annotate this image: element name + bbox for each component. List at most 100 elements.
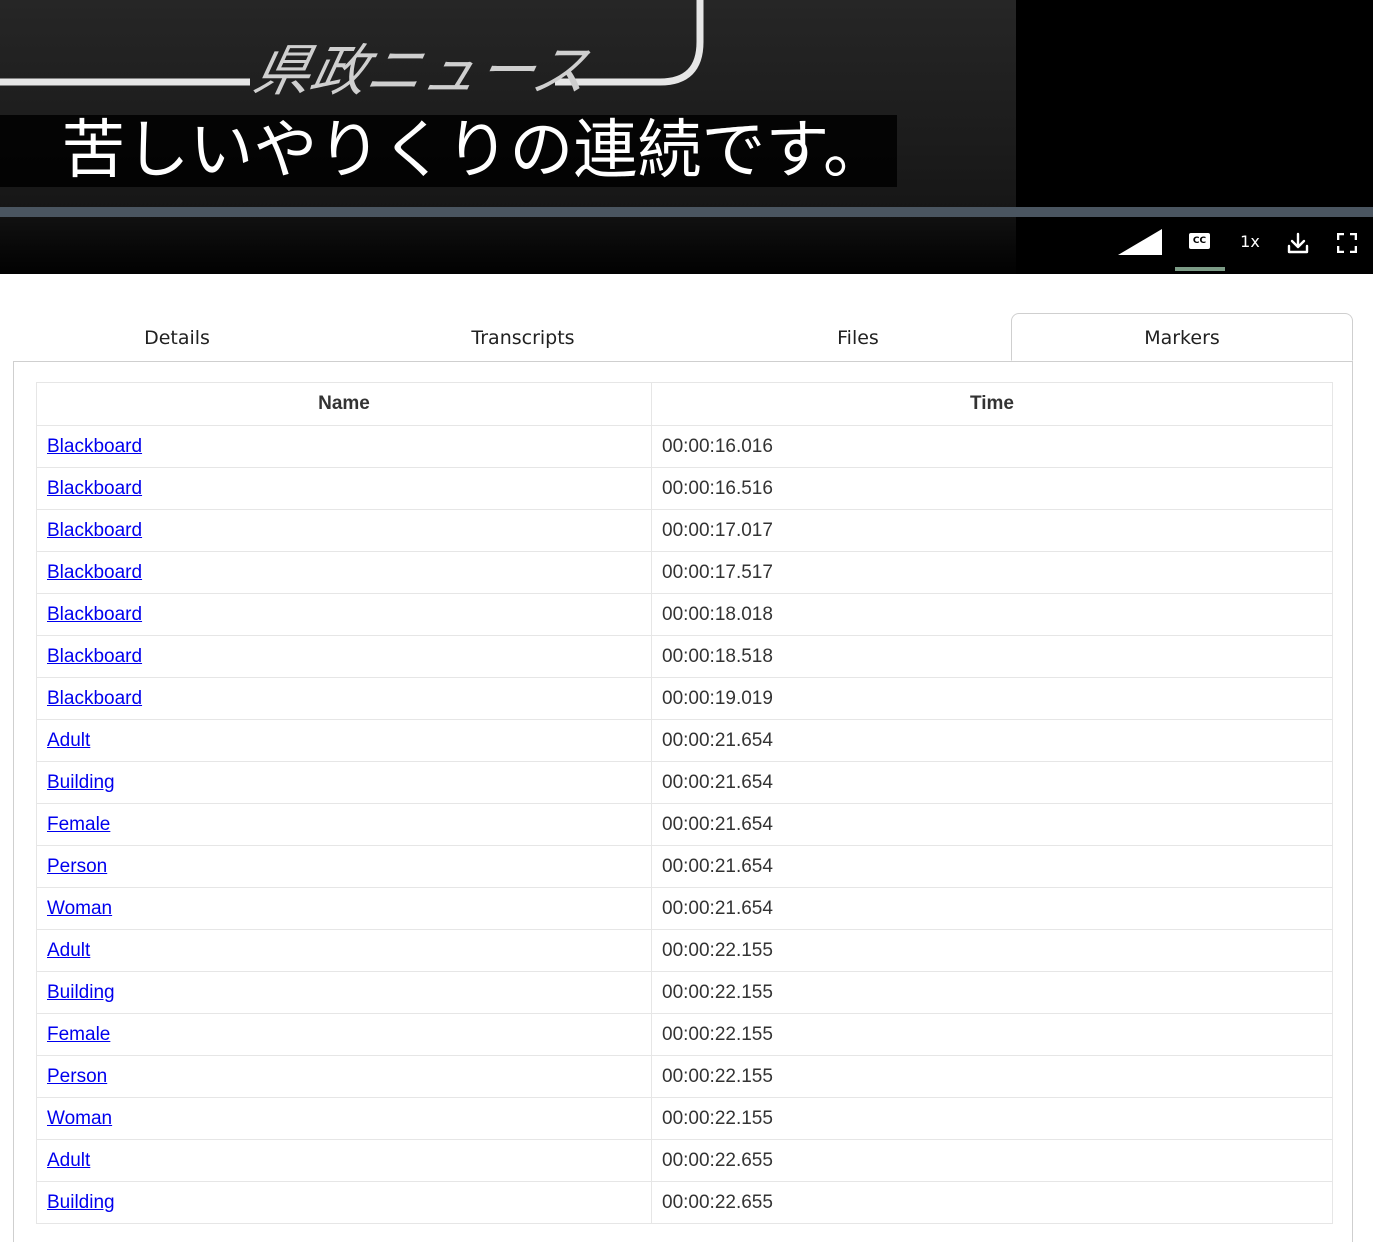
marker-name-link[interactable]: Blackboard [47, 520, 142, 541]
marker-time-cell: 00:00:16.016 [651, 425, 1333, 468]
table-row: Blackboard 00:00:19.019 [36, 677, 1333, 720]
table-row: Building 00:00:21.654 [36, 761, 1333, 804]
marker-name-link[interactable]: Blackboard [47, 478, 142, 499]
table-row: Building 00:00:22.655 [36, 1181, 1333, 1224]
table-row: Blackboard 00:00:17.517 [36, 551, 1333, 594]
marker-name-link[interactable]: Person [47, 856, 107, 877]
marker-name-cell: Building [36, 971, 652, 1014]
marker-name-link[interactable]: Woman [47, 898, 112, 919]
marker-time-cell: 00:00:21.654 [651, 887, 1333, 930]
marker-name-link[interactable]: Adult [47, 730, 90, 751]
subtitle-caption: 苦しいやりくりの連続です。 [0, 115, 897, 187]
column-header-name: Name [36, 382, 652, 426]
player-controls: CC 1x [0, 217, 1373, 274]
table-row: Blackboard 00:00:16.516 [36, 467, 1333, 510]
tab-markers[interactable]: Markers [1011, 313, 1353, 361]
marker-time-cell: 00:00:21.654 [651, 761, 1333, 804]
marker-name-link[interactable]: Blackboard [47, 646, 142, 667]
progress-bar[interactable] [0, 207, 1373, 217]
table-row: Blackboard 00:00:16.016 [36, 425, 1333, 468]
marker-time-cell: 00:00:22.155 [651, 1013, 1333, 1056]
marker-name-link[interactable]: Female [47, 1024, 110, 1045]
marker-name-link[interactable]: Blackboard [47, 688, 142, 709]
marker-time-cell: 00:00:22.155 [651, 1055, 1333, 1098]
marker-name-cell: Female [36, 1013, 652, 1056]
marker-time-cell: 00:00:22.655 [651, 1139, 1333, 1182]
marker-time-cell: 00:00:21.654 [651, 803, 1333, 846]
marker-name-link[interactable]: Blackboard [47, 436, 142, 457]
column-header-time: Time [651, 382, 1333, 426]
marker-name-cell: Building [36, 761, 652, 804]
marker-name-link[interactable]: Female [47, 814, 110, 835]
video-player[interactable]: 県政ニュース 苦しいやりくりの連続です。 CC 1x [0, 0, 1373, 274]
marker-name-cell: Female [36, 803, 652, 846]
marker-name-cell: Person [36, 845, 652, 888]
marker-name-link[interactable]: Adult [47, 940, 90, 961]
marker-time-cell: 00:00:22.655 [651, 1181, 1333, 1224]
marker-time-cell: 00:00:16.516 [651, 467, 1333, 510]
subtitle-text: 苦しいやりくりの連続です。 [61, 115, 887, 187]
captions-active-indicator [1175, 267, 1225, 271]
playback-speed-button[interactable]: 1x [1232, 229, 1268, 255]
table-header-row: Name Time [36, 382, 1333, 426]
marker-name-cell: Blackboard [36, 677, 652, 720]
fullscreen-icon[interactable] [1337, 233, 1357, 253]
marker-time-cell: 00:00:17.517 [651, 551, 1333, 594]
download-icon[interactable] [1286, 231, 1310, 255]
table-row: Person 00:00:22.155 [36, 1055, 1333, 1098]
marker-name-link[interactable]: Building [47, 1192, 115, 1213]
table-row: Blackboard 00:00:18.518 [36, 635, 1333, 678]
marker-time-cell: 00:00:22.155 [651, 1097, 1333, 1140]
marker-name-cell: Blackboard [36, 551, 652, 594]
markers-table-body: Blackboard 00:00:16.016 Blackboard 00:00:16… [36, 425, 1333, 1224]
volume-icon[interactable] [1118, 229, 1162, 255]
table-row: Building 00:00:22.155 [36, 971, 1333, 1014]
marker-name-cell: Woman [36, 887, 652, 930]
marker-name-cell: Building [36, 1181, 652, 1224]
marker-name-cell: Adult [36, 929, 652, 972]
table-row: Adult 00:00:22.655 [36, 1139, 1333, 1182]
marker-name-link[interactable]: Building [47, 772, 115, 793]
marker-name-cell: Blackboard [36, 593, 652, 636]
table-row: Blackboard 00:00:17.017 [36, 509, 1333, 552]
tab-bar: Details Transcripts Files Markers [13, 313, 1353, 362]
marker-name-cell: Woman [36, 1097, 652, 1140]
table-row: Woman 00:00:21.654 [36, 887, 1333, 930]
marker-name-cell: Adult [36, 1139, 652, 1182]
table-row: Female 00:00:21.654 [36, 803, 1333, 846]
marker-name-link[interactable]: Person [47, 1066, 107, 1087]
marker-name-link[interactable]: Blackboard [47, 562, 142, 583]
markers-table: Name Time Blackboard 00:00:16.016 Blackboa… [36, 382, 1333, 1224]
marker-time-cell: 00:00:22.155 [651, 971, 1333, 1014]
marker-time-cell: 00:00:21.654 [651, 719, 1333, 762]
marker-time-cell: 00:00:21.654 [651, 845, 1333, 888]
marker-time-cell: 00:00:22.155 [651, 929, 1333, 972]
marker-time-cell: 00:00:18.018 [651, 593, 1333, 636]
marker-name-cell: Adult [36, 719, 652, 762]
table-row: Female 00:00:22.155 [36, 1013, 1333, 1056]
marker-name-cell: Blackboard [36, 425, 652, 468]
table-row: Adult 00:00:21.654 [36, 719, 1333, 762]
table-row: Blackboard 00:00:18.018 [36, 593, 1333, 636]
table-row: Adult 00:00:22.155 [36, 929, 1333, 972]
marker-name-cell: Blackboard [36, 509, 652, 552]
marker-time-cell: 00:00:17.017 [651, 509, 1333, 552]
marker-name-link[interactable]: Adult [47, 1150, 90, 1171]
marker-name-link[interactable]: Blackboard [47, 604, 142, 625]
video-overlay-text: 県政ニュース [248, 39, 596, 104]
marker-time-cell: 00:00:18.518 [651, 635, 1333, 678]
marker-name-cell: Person [36, 1055, 652, 1098]
tab-files[interactable]: Files [690, 313, 1026, 361]
marker-name-link[interactable]: Building [47, 982, 115, 1003]
tab-transcripts[interactable]: Transcripts [356, 313, 690, 361]
closed-captions-icon: CC [1189, 233, 1210, 249]
closed-captions-button[interactable]: CC [1178, 225, 1222, 259]
marker-time-cell: 00:00:19.019 [651, 677, 1333, 720]
marker-name-link[interactable]: Woman [47, 1108, 112, 1129]
tab-details[interactable]: Details [13, 313, 341, 361]
table-row: Person 00:00:21.654 [36, 845, 1333, 888]
table-row: Woman 00:00:22.155 [36, 1097, 1333, 1140]
markers-panel: Name Time Blackboard 00:00:16.016 Blackboa… [13, 362, 1353, 1242]
marker-name-cell: Blackboard [36, 467, 652, 510]
marker-name-cell: Blackboard [36, 635, 652, 678]
